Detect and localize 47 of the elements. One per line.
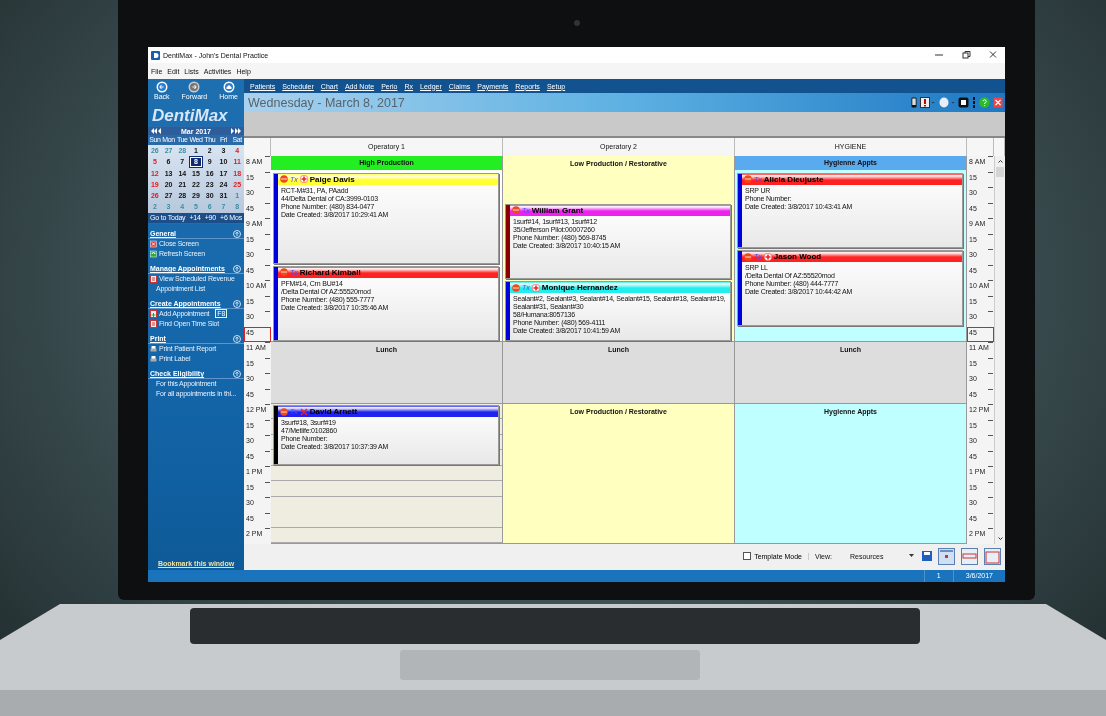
day-view-icon[interactable] [938,547,955,565]
more-icon[interactable] [972,97,976,108]
alert-dropdown-icon[interactable] [920,97,935,108]
phone-icon[interactable] [911,97,917,108]
status-ball-icon [744,252,752,261]
scroll-up-icon[interactable] [996,158,1004,165]
status-ball-icon [512,206,520,214]
camera-icon [574,20,580,26]
collapse-icon[interactable] [233,299,241,308]
forward-arrow-icon [188,81,201,93]
week-view-icon[interactable] [961,547,978,565]
patient-name: William Grant [531,205,584,215]
next-arrows-icon[interactable] [231,128,241,134]
help-icon[interactable] [979,97,990,108]
collapse-icon[interactable] [233,229,241,238]
status-ball-icon [280,268,288,276]
back-arrow-icon [155,81,168,93]
previous-arrows-icon[interactable] [151,128,161,134]
patient-name: Richard Kimball [299,267,361,277]
home-icon [222,81,235,93]
scrollbar[interactable] [994,156,1005,544]
close-icon[interactable] [993,97,1003,108]
status-ball-icon [280,407,288,416]
patient-name: David Arnett [309,407,358,416]
status-ball-icon [744,175,752,183]
status-ball-icon [512,283,520,292]
scroll-thumb[interactable] [996,167,1004,177]
document-icon [150,319,157,328]
scroll-down-icon[interactable] [996,534,1004,542]
patient-name: Monique Hernandez [541,283,618,292]
add-document-icon [150,309,157,318]
patient-name: Alicia Dieujuste [763,174,824,184]
refresh-icon [150,249,157,258]
save-icon[interactable] [922,551,932,561]
close-icon [150,239,157,248]
collapse-icon[interactable] [233,369,241,378]
collapse-icon[interactable] [233,334,241,343]
month-view-icon[interactable] [984,547,1001,565]
patient-name: Paige Davis [309,174,355,184]
logo-text: DentiMax [151,105,229,126]
patient-name: Jason Wood [773,252,822,261]
dropdown-caret-icon[interactable] [909,554,914,558]
status-ball-icon [280,175,288,183]
date-title: Wednesday - March 8, 2017 [248,95,406,110]
collapse-icon[interactable] [233,264,241,273]
app-logo-icon [151,50,160,60]
document-icon [150,274,157,283]
